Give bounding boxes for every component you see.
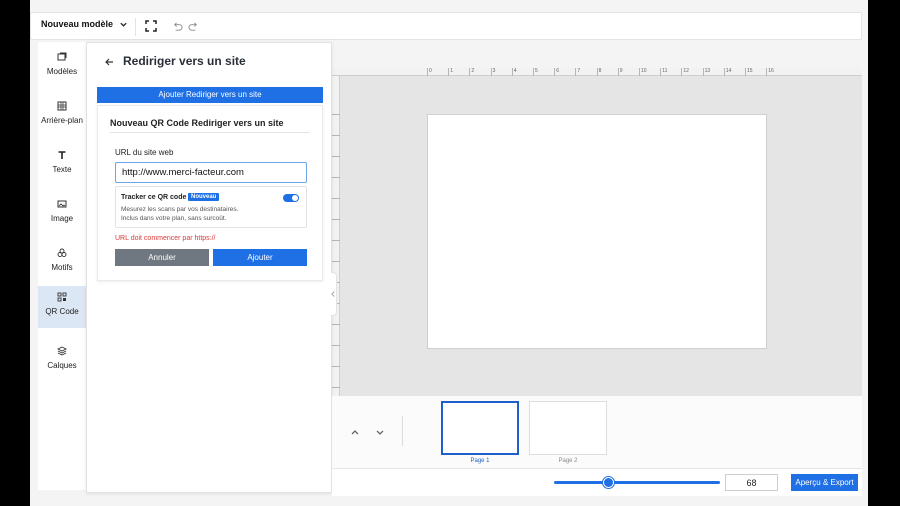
zoom-slider-handle[interactable] xyxy=(603,477,614,488)
text-icon xyxy=(58,151,66,159)
templates-icon xyxy=(57,52,67,61)
zoom-slider[interactable] xyxy=(554,481,720,484)
page-label: Page 1 xyxy=(470,458,490,464)
panel-title: Rediriger vers un site xyxy=(123,54,246,68)
page-thumbnail-2[interactable] xyxy=(529,401,607,455)
left-tool-sidebar: Modèles Arrière-plan Texte Image Motifs … xyxy=(38,42,86,490)
panel-collapse-handle[interactable] xyxy=(331,272,337,316)
qr-code-panel: Rediriger vers un site Ajouter Rediriger… xyxy=(86,42,332,493)
ruler-tick xyxy=(332,114,340,115)
ruler-tick xyxy=(332,345,340,346)
tool-templates[interactable]: Modèles xyxy=(38,46,86,86)
preview-export-button[interactable]: Aperçu & Export xyxy=(791,474,858,491)
ruler-tick: 3 xyxy=(490,68,496,76)
ruler-tick: 13 xyxy=(702,68,711,76)
qr-code-icon xyxy=(57,292,67,302)
tracker-toggle[interactable] xyxy=(283,194,299,202)
add-button[interactable]: Ajouter xyxy=(213,249,307,266)
url-error-message: URL doit commencer par https:// xyxy=(115,235,216,242)
ruler-tick: 0 xyxy=(427,68,432,76)
tool-text[interactable]: Texte xyxy=(38,144,86,184)
fullscreen-icon[interactable] xyxy=(145,20,157,32)
new-qr-form: Nouveau QR Code Rediriger vers un site U… xyxy=(97,105,323,281)
canvas-page[interactable] xyxy=(427,114,767,349)
form-divider xyxy=(110,132,310,133)
ruler-tick xyxy=(332,240,340,241)
url-field-label: URL du site web xyxy=(115,148,174,157)
tracker-description: Mesurez les scans par vos destinataires. xyxy=(121,206,239,213)
back-arrow-icon[interactable] xyxy=(104,57,114,67)
ruler-tick: 4 xyxy=(511,68,517,76)
page-thumbnail-1[interactable] xyxy=(441,401,519,455)
shapes-icon xyxy=(57,248,67,257)
ruler-tick: 1 xyxy=(448,68,453,76)
url-input[interactable] xyxy=(115,162,307,183)
tracker-title: Tracker ce QR code xyxy=(121,194,187,201)
tool-label: Image xyxy=(50,214,74,223)
ruler-tick: 12 xyxy=(681,68,689,76)
model-select[interactable]: Nouveau modèle xyxy=(41,19,128,29)
chevron-down-icon[interactable] xyxy=(374,426,386,438)
ruler-tick xyxy=(332,198,340,199)
ruler-tick: 6 xyxy=(554,68,559,76)
ruler-tick: 14 xyxy=(723,68,732,76)
ruler-tick: 10 xyxy=(639,68,647,76)
ruler-tick xyxy=(332,156,340,157)
model-select-label: Nouveau modèle xyxy=(41,19,114,29)
ruler-tick xyxy=(332,387,340,388)
vertical-ruler xyxy=(332,76,340,396)
tracker-description-2: Inclus dans votre plan, sans surcoût. xyxy=(121,215,227,222)
background-icon xyxy=(57,101,67,111)
horizontal-ruler: 0 1 2 3 4 5 6 7 8 9 10 11 12 13 14 15 16 xyxy=(332,68,862,76)
ruler-tick xyxy=(332,324,340,325)
ruler-tick: 2 xyxy=(469,68,475,76)
ruler-tick xyxy=(332,135,340,136)
tool-layers[interactable]: Calques xyxy=(38,340,86,380)
tool-label: Texte xyxy=(52,165,72,174)
page-label: Page 2 xyxy=(558,458,578,464)
tool-qr-code[interactable]: QR Code xyxy=(38,286,86,328)
tool-label: Arrière-plan xyxy=(41,116,83,125)
tool-label: Modèles xyxy=(46,67,78,76)
ruler-tick: 11 xyxy=(660,68,668,76)
toolbar-divider xyxy=(135,18,136,36)
add-redirect-button[interactable]: Ajouter Rediriger vers un site xyxy=(97,87,323,103)
ruler-tick xyxy=(332,177,340,178)
layers-icon xyxy=(57,346,67,356)
ruler-tick xyxy=(332,219,340,220)
ruler-tick xyxy=(332,366,340,367)
ruler-tick: 5 xyxy=(533,68,538,76)
ruler-tick: 7 xyxy=(575,68,581,76)
redo-icon[interactable] xyxy=(188,21,199,32)
tool-label: Calques xyxy=(47,361,77,370)
ruler-tick xyxy=(332,261,340,262)
new-badge: Nouveau xyxy=(188,193,220,201)
top-toolbar: Nouveau modèle xyxy=(30,12,862,40)
tool-label: QR Code xyxy=(45,307,79,316)
cancel-button[interactable]: Annuler xyxy=(115,249,209,266)
app-window: Nouveau modèle Modèles Arrière-plan Text… xyxy=(30,0,868,506)
tracker-option-box: Tracker ce QR code Nouveau Mesurez les s… xyxy=(115,186,307,228)
ruler-tick: 9 xyxy=(617,68,623,76)
bottom-bar: Aperçu & Export xyxy=(332,468,862,496)
undo-icon[interactable] xyxy=(172,21,183,32)
ruler-tick: 16 xyxy=(766,68,774,76)
image-icon xyxy=(57,200,67,208)
ruler-tick: 8 xyxy=(596,68,602,76)
chevron-down-icon xyxy=(120,22,127,27)
strip-divider xyxy=(402,416,403,446)
chevron-up-icon[interactable] xyxy=(349,426,361,438)
pages-strip: Page 1 Page 2 xyxy=(332,396,862,468)
zoom-input[interactable] xyxy=(725,474,778,491)
tool-image[interactable]: Image xyxy=(38,193,86,233)
tool-shapes[interactable]: Motifs xyxy=(38,242,86,282)
tool-background[interactable]: Arrière-plan xyxy=(38,95,86,135)
form-title: Nouveau QR Code Rediriger vers un site xyxy=(110,118,284,128)
ruler-tick: 15 xyxy=(745,68,753,76)
tool-label: Motifs xyxy=(51,263,73,272)
